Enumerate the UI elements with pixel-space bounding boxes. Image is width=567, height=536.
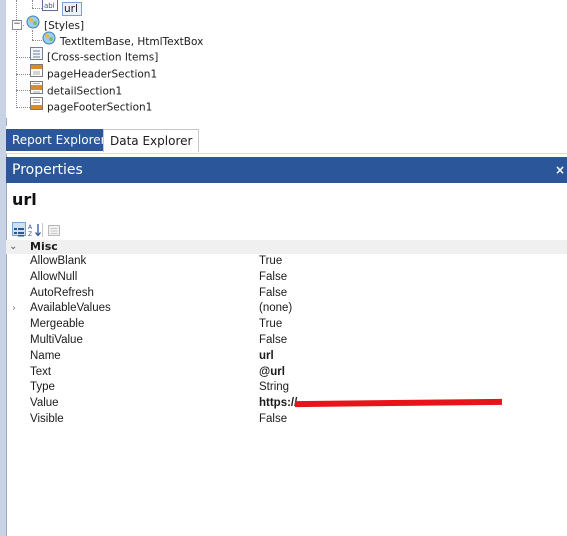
property-value[interactable]: @url [259,365,285,381]
tree-item-label: detailSection1 [47,85,123,98]
property-row-autorefresh[interactable]: AutoRefresh False [6,286,567,302]
property-row-allownull[interactable]: AllowNull False [6,270,567,286]
property-pages-button[interactable] [48,222,62,236]
property-value[interactable]: False [259,333,287,349]
report-designer-panel: abl url − [Styles] TextItemBase, HtmlTex… [0,0,567,536]
sort-alphabetical-icon: AZ [28,224,41,238]
property-name: AllowBlank [30,255,87,267]
report-explorer-tree: abl url − [Styles] TextItemBase, HtmlTex… [6,0,567,118]
tree-connector [16,74,30,75]
close-icon[interactable]: × [555,157,565,183]
tree-item-detail[interactable]: detailSection1 [30,81,123,99]
property-value[interactable]: False [259,286,287,302]
property-row-text[interactable]: Text @url [6,365,567,381]
property-row-mergeable[interactable]: Mergeable True [6,317,567,333]
property-name: Text [30,365,52,378]
tree-connector [16,107,30,108]
property-row-type[interactable]: Type String [6,380,567,396]
property-value[interactable]: (none) [259,301,292,317]
tree-connector [32,8,42,9]
tree-item-label: pageHeaderSection1 [47,68,158,81]
tree-connector [16,0,17,108]
property-name: Mergeable [30,318,85,331]
explorer-tab-bar: Report Explorer Data Explorer [6,126,567,154]
property-value[interactable]: url [259,349,274,365]
tree-connector [16,90,30,91]
category-label: Misc [30,240,58,253]
svg-text:A: A [28,224,33,231]
property-row-value[interactable]: Value https:// [6,396,567,412]
properties-panel-header: Properties × [6,157,567,183]
property-value[interactable]: True [259,254,282,270]
redaction-mark [294,399,503,408]
tab-data-explorer[interactable]: Data Explorer [103,129,200,152]
tree-item-url[interactable]: abl url [42,0,82,17]
property-grid: ⌄ Misc AllowBlank True AllowNull False A… [6,240,567,428]
property-name: AvailableValues [30,302,111,315]
tree-item-cross-section[interactable]: [Cross-section Items] [30,47,159,65]
styles-icon [26,15,40,35]
property-value[interactable]: False [259,270,287,286]
tree-item-style-rule[interactable]: TextItemBase, HtmlTextBox [42,31,204,49]
property-row-visible[interactable]: Visible False [6,412,567,428]
property-value[interactable]: True [259,317,282,333]
property-pages-icon [48,225,60,236]
property-name: AutoRefresh [30,286,94,299]
property-name: Type [30,381,55,394]
property-name: AllowNull [30,270,78,283]
property-name: MultiValue [30,333,83,346]
chevron-right-icon[interactable]: › [12,301,16,317]
tree-connector [32,40,42,41]
category-row-misc[interactable]: ⌄ Misc [6,240,567,254]
tree-connector [32,0,33,8]
tab-report-explorer[interactable]: Report Explorer [6,129,112,151]
properties-toolbar: AZ [6,220,567,240]
tree-item-label: url [62,2,82,16]
categorized-view-button[interactable] [12,222,26,237]
tree-item-label: [Cross-section Items] [47,51,159,64]
selected-object-name: url [12,190,37,209]
property-row-availablevalues[interactable]: › AvailableValues (none) [6,301,567,317]
property-row-name[interactable]: Name url [6,349,567,365]
svg-text:abl: abl [44,2,55,10]
property-row-multivalue[interactable]: MultiValue False [6,333,567,349]
tree-connector [16,57,30,58]
property-name: Name [30,349,61,362]
property-value[interactable]: String [259,380,289,396]
properties-title: Properties [12,162,83,178]
alphabetical-view-button[interactable]: AZ [28,222,42,238]
tree-item-label: TextItemBase, HtmlTextBox [60,36,204,48]
tree-item-label: pageFooterSection1 [47,101,153,114]
textbox-icon: abl [42,0,58,17]
collapse-toggle[interactable]: − [12,20,22,30]
property-name: Value [30,397,59,410]
property-value[interactable]: False [259,412,287,428]
chevron-down-icon[interactable]: ⌄ [9,240,17,254]
property-row-allowblank[interactable]: AllowBlank True [6,254,567,270]
categorized-icon [14,228,24,237]
property-value[interactable]: https:// [259,396,297,412]
tree-item-page-footer[interactable]: pageFooterSection1 [30,97,153,116]
property-name: Visible [30,412,64,425]
svg-text:Z: Z [28,231,32,237]
tree-item-page-header[interactable]: pageHeaderSection1 [30,64,158,82]
page-footer-section-icon [30,97,43,116]
toolbar-divider [42,223,43,237]
